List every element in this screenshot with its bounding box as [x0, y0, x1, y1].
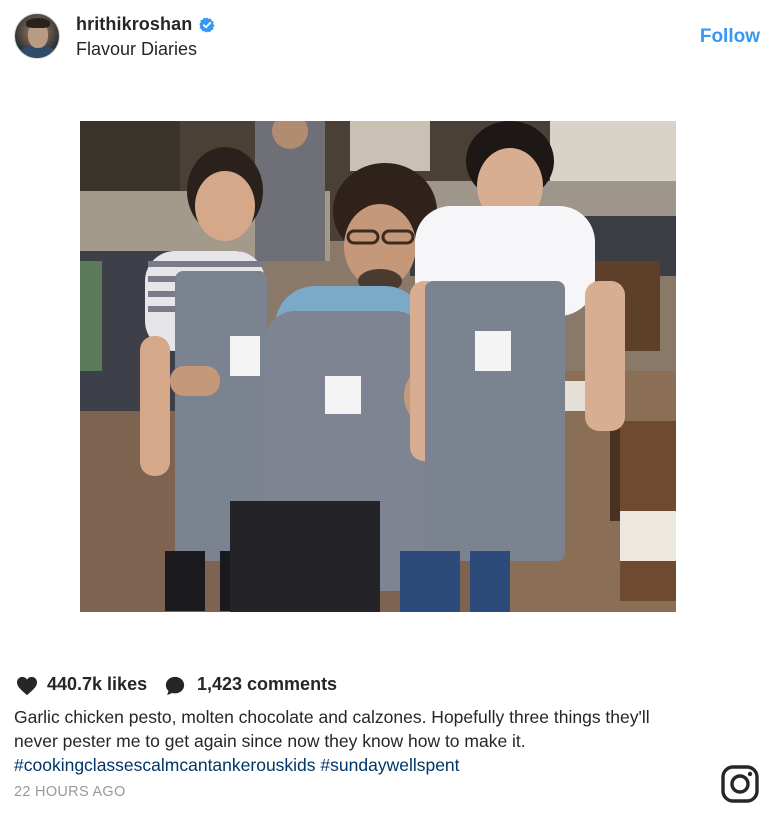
avatar[interactable] — [14, 13, 60, 59]
post-header: hrithikroshan Flavour Diaries Follow — [0, 0, 768, 70]
likes-count[interactable]: 440.7k likes — [47, 674, 147, 695]
location-link[interactable]: Flavour Diaries — [76, 39, 197, 60]
instagram-icon[interactable] — [720, 764, 760, 804]
instagram-post: hrithikroshan Flavour Diaries Follow 440… — [0, 0, 768, 817]
post-caption: Garlic chicken pesto, molten chocolate a… — [14, 705, 694, 777]
verified-badge-icon — [199, 17, 215, 33]
post-timestamp[interactable]: 22 HOURS AGO — [14, 784, 126, 800]
comments-count[interactable]: 1,423 comments — [197, 674, 337, 695]
post-photo-image — [80, 121, 676, 612]
post-photo[interactable] — [80, 121, 676, 612]
caption-text: Garlic chicken pesto, molten chocolate a… — [14, 707, 650, 751]
caption-hashtags[interactable]: #cookingclassescalmcantankerouskids #sun… — [14, 755, 460, 775]
username[interactable]: hrithikroshan — [76, 14, 192, 35]
follow-button[interactable]: Follow — [700, 26, 760, 48]
comment-bubble-icon[interactable] — [164, 675, 186, 697]
heart-icon[interactable] — [16, 676, 38, 696]
